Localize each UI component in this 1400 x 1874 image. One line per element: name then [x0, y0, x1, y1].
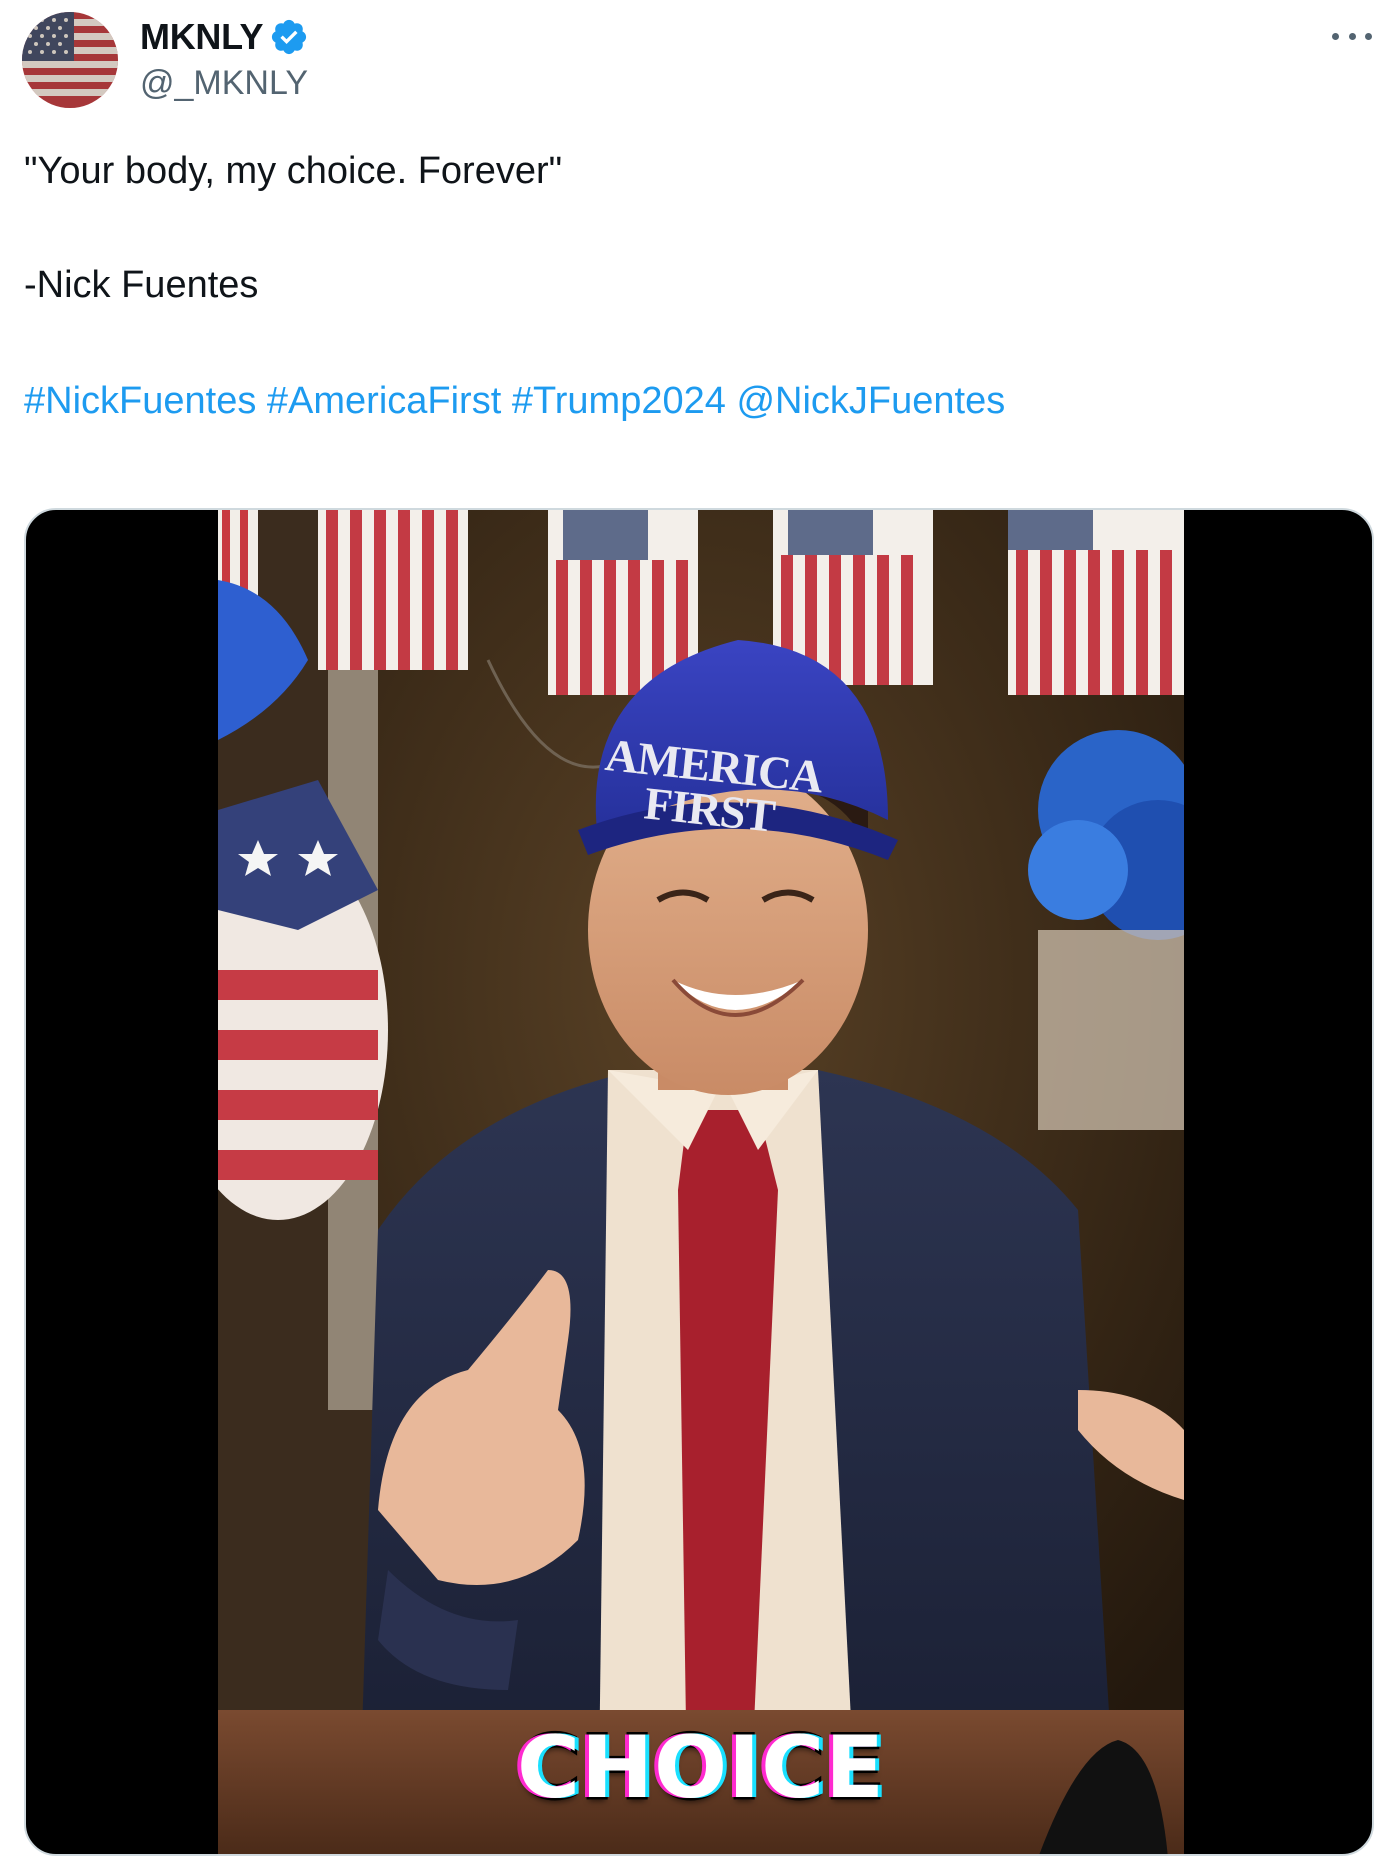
hashtag-link[interactable]: #Trump2024	[512, 380, 726, 422]
author-avatar[interactable]	[22, 12, 118, 108]
tweet-video[interactable]: AMERICA FIRST CHOICE	[24, 508, 1374, 1856]
video-caption: CHOICE	[514, 1716, 886, 1821]
more-dot	[1348, 32, 1356, 40]
verified-badge-icon	[272, 19, 307, 55]
tweet-hashtags: #NickFuentes #AmericaFirst #Trump2024 @N…	[24, 378, 1005, 424]
author-display-name[interactable]: MKNLY	[140, 16, 263, 58]
more-dot	[1365, 32, 1372, 40]
tweet-text-attribution: -Nick Fuentes	[24, 264, 259, 306]
tweet-card: MKNLY @_MKNLY "Your body, my choice. For…	[0, 0, 1400, 1874]
hashtag-link[interactable]: #AmericaFirst	[267, 380, 501, 422]
video-scene-image: AMERICA FIRST	[218, 510, 1184, 1854]
author-name-row[interactable]: MKNLY	[140, 16, 309, 58]
tweet-text-quote: "Your body, my choice. Forever"	[24, 150, 563, 192]
hashtag-link[interactable]: #NickFuentes	[24, 380, 256, 422]
more-dot	[1332, 32, 1339, 40]
more-options-icon[interactable]	[1332, 24, 1372, 48]
author-handle[interactable]: @_MKNLY	[140, 64, 308, 103]
video-frame: AMERICA FIRST CHOICE	[218, 510, 1184, 1854]
mention-link[interactable]: @NickJFuentes	[736, 380, 1005, 422]
us-flag-icon	[22, 12, 118, 108]
